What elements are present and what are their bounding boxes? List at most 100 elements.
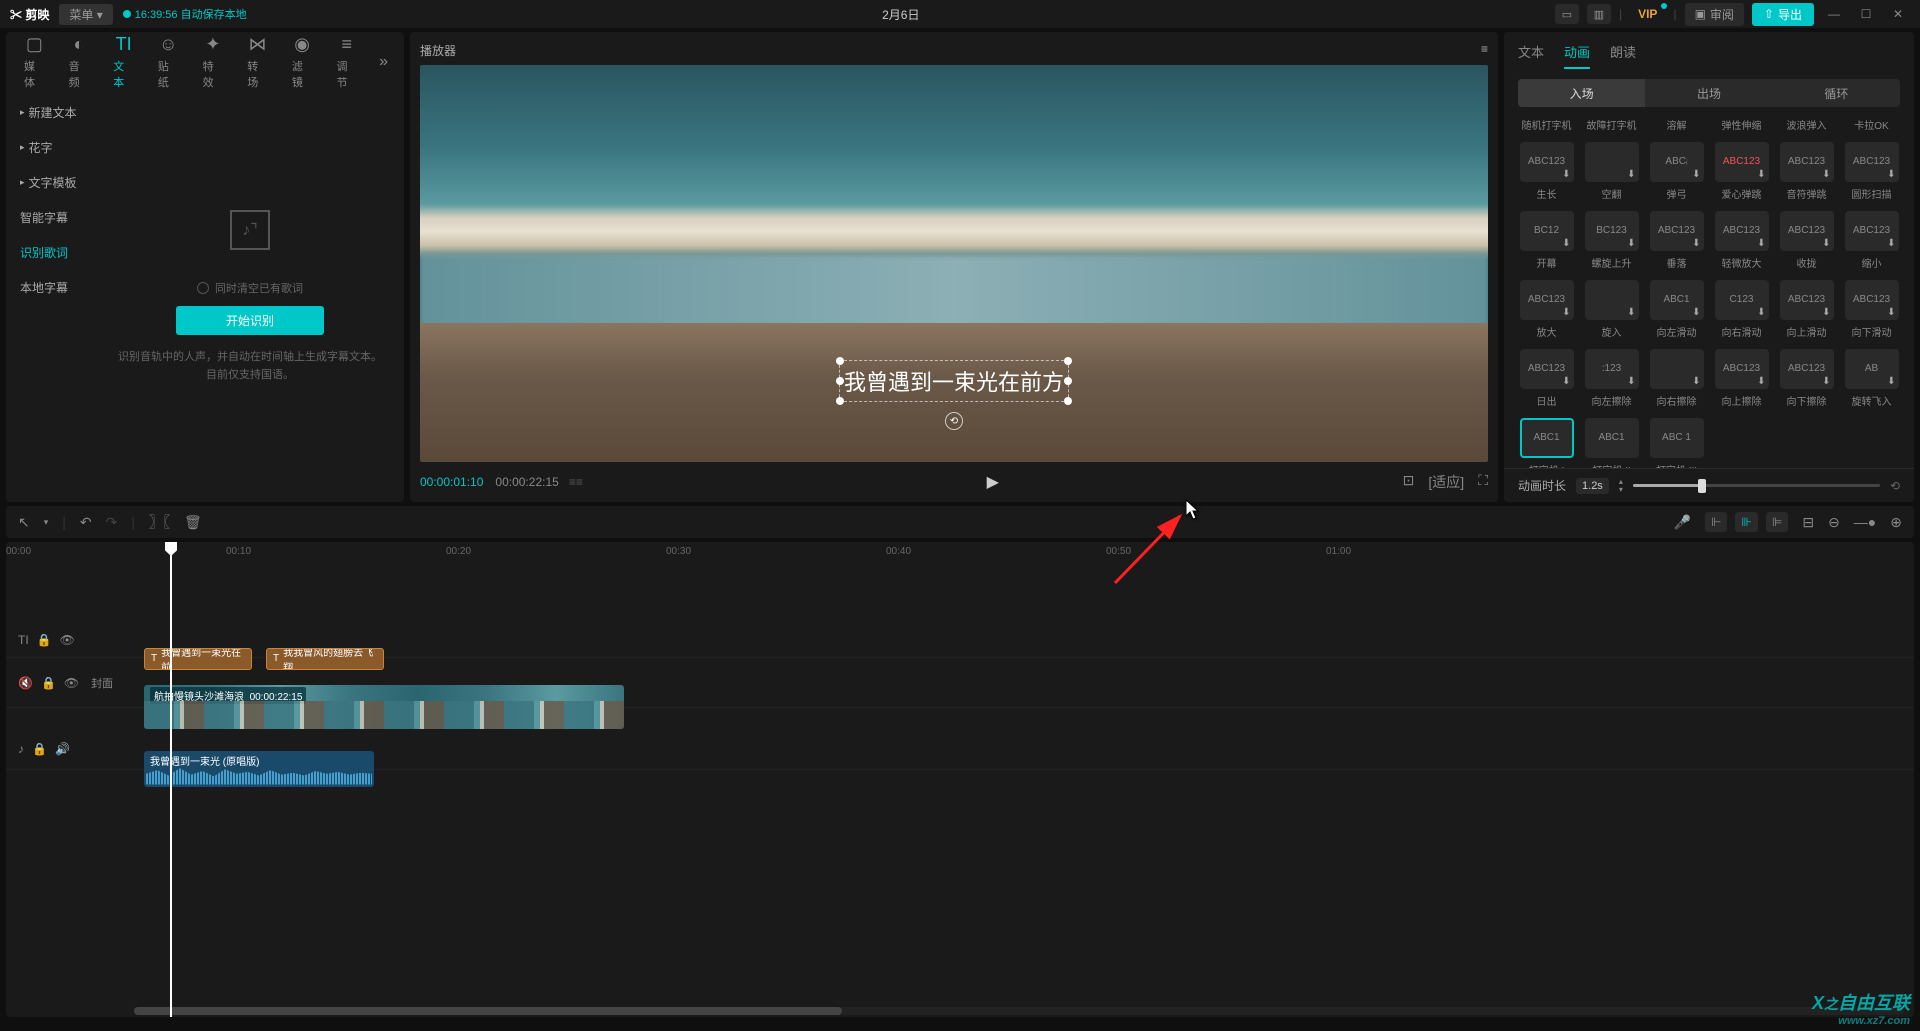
anim-thumb[interactable]: BC12⬇ — [1520, 211, 1574, 251]
sidebar-lyrics[interactable]: 识别歌词 — [10, 236, 92, 269]
anim-thumb[interactable]: ⬇ — [1650, 349, 1704, 389]
minimize-icon[interactable]: — — [1822, 4, 1846, 24]
prop-tab-text[interactable]: 文本 — [1518, 42, 1544, 69]
anim-thumb[interactable]: ABC 1 — [1650, 418, 1704, 458]
anim-thumb[interactable]: ABC123⬇ — [1780, 280, 1834, 320]
clear-existing-checkbox[interactable]: 同时清空已有歌词 — [197, 280, 303, 296]
magnet-left-icon[interactable]: ⊩ — [1705, 512, 1727, 532]
lock-icon[interactable]: 🔒 — [37, 633, 52, 647]
download-icon[interactable]: ⬇ — [1562, 169, 1570, 180]
delete-icon[interactable]: 🗑 — [184, 514, 202, 531]
timeline-markers-icon[interactable]: ≡≡ — [569, 475, 583, 489]
download-icon[interactable]: ⬇ — [1627, 169, 1635, 180]
tab-sticker[interactable]: ☺贴纸 — [148, 28, 189, 96]
resize-handle-se[interactable] — [1064, 397, 1072, 405]
mute-icon[interactable]: 🔇 — [18, 676, 33, 690]
anim-thumb[interactable]: :123⬇ — [1585, 349, 1639, 389]
prop-tab-read[interactable]: 朗读 — [1610, 42, 1636, 69]
start-recognize-button[interactable]: 开始识别 — [176, 306, 324, 335]
split-icon[interactable]: 〗〖 — [149, 512, 170, 532]
resize-handle-nw[interactable] — [836, 357, 844, 365]
player-menu-icon[interactable]: ≡ — [1481, 42, 1488, 59]
ratio-button[interactable]: [适应] — [1428, 472, 1464, 492]
resize-handle-e[interactable] — [1064, 377, 1072, 385]
text-clip[interactable]: T我我曾风的翅膀去飞翔 — [266, 648, 384, 670]
anim-thumb[interactable]: ABC123⬇ — [1780, 142, 1834, 182]
duration-value[interactable]: 1.2s — [1576, 478, 1609, 494]
subtitle-overlay[interactable]: 我曾遇到一束光在前方 — [839, 360, 1069, 402]
audio-clip[interactable]: 我曾遇到一束光 (原唱版) — [144, 751, 374, 787]
timeline-scrollbar[interactable] — [134, 1007, 1904, 1015]
zoom-slider[interactable]: —● — [1854, 514, 1876, 530]
subtab-in[interactable]: 入场 — [1518, 79, 1645, 107]
text-clip[interactable]: T我曾遇到一束光在前 — [144, 648, 252, 670]
tab-text[interactable]: TI文本 — [103, 28, 144, 96]
download-icon[interactable]: ⬇ — [1887, 169, 1895, 180]
fullscreen-icon[interactable]: ⛶ — [1478, 472, 1488, 492]
anim-thumb[interactable]: ABCᵢ⬇ — [1650, 142, 1704, 182]
link-icon[interactable]: ⊟ — [1802, 514, 1814, 531]
mute-icon[interactable]: 🔊 — [55, 742, 70, 756]
time-ruler[interactable]: 00:00 00:10 00:20 00:30 00:40 00:50 01:0… — [6, 542, 1914, 562]
zoom-out-icon[interactable]: ⊖ — [1828, 514, 1840, 531]
anim-thumb[interactable]: ABC1⬇ — [1650, 280, 1704, 320]
cover-button[interactable]: 封面 — [91, 675, 122, 691]
undo-icon[interactable]: ↶ — [80, 514, 92, 531]
sidebar-new-text[interactable]: ▸新建文本 — [10, 96, 92, 129]
anim-thumb[interactable]: ABC123⬇ — [1520, 349, 1574, 389]
subtab-loop[interactable]: 循环 — [1773, 79, 1900, 107]
duration-slider[interactable] — [1633, 478, 1880, 494]
anim-thumb[interactable]: ABC123⬇ — [1650, 211, 1704, 251]
anim-thumb[interactable]: ABC123⬇ — [1845, 211, 1899, 251]
anim-thumb[interactable]: ABC123⬇ — [1715, 211, 1769, 251]
anim-thumb[interactable]: ⬇ — [1585, 280, 1639, 320]
anim-thumb[interactable]: ABC123⬇ — [1520, 280, 1574, 320]
resize-handle-w[interactable] — [836, 377, 844, 385]
anim-thumb[interactable]: ABC123⬇ — [1520, 142, 1574, 182]
reset-icon[interactable]: ⟲ — [1890, 479, 1900, 493]
layout-icon-1[interactable]: ▭ — [1555, 4, 1579, 24]
anim-thumb[interactable]: ABC123⬇ — [1845, 142, 1899, 182]
tab-audio[interactable]: ◐音频 — [59, 28, 100, 96]
resize-handle-sw[interactable] — [836, 397, 844, 405]
sidebar-smart-sub[interactable]: 智能字幕 — [10, 201, 92, 234]
visibility-icon[interactable]: 👁 — [60, 633, 75, 647]
anim-thumb[interactable]: BC123⬇ — [1585, 211, 1639, 251]
mic-icon[interactable]: 🎤 — [1674, 514, 1691, 531]
snapshot-icon[interactable]: ⊡ — [1403, 472, 1415, 492]
download-icon[interactable]: ⬇ — [1692, 169, 1700, 180]
anim-thumb[interactable]: ⬇ — [1585, 142, 1639, 182]
export-button[interactable]: ⇧ 导出 — [1752, 3, 1814, 26]
rotate-icon[interactable]: ⟲ — [945, 412, 963, 430]
review-button[interactable]: ▣ 审阅 — [1685, 3, 1744, 26]
anim-thumb[interactable]: ABC123⬇ — [1715, 142, 1769, 182]
close-icon[interactable]: ✕ — [1886, 4, 1910, 24]
anim-thumb-selected[interactable]: ABC1 — [1520, 418, 1574, 458]
play-button[interactable]: ▶ — [583, 472, 1403, 492]
playhead[interactable] — [170, 542, 172, 1017]
tab-filter[interactable]: ◉滤镜 — [282, 28, 323, 96]
sidebar-fancy[interactable]: ▸花字 — [10, 131, 92, 164]
magnet-right-icon[interactable]: ⊫ — [1766, 512, 1788, 532]
anim-thumb[interactable]: ABC123⬇ — [1780, 349, 1834, 389]
tab-media[interactable]: ▢媒体 — [14, 28, 55, 96]
zoom-fit-icon[interactable]: ⊕ — [1890, 514, 1902, 531]
vip-badge[interactable]: VIP — [1630, 5, 1665, 23]
resize-handle-ne[interactable] — [1064, 357, 1072, 365]
anim-thumb[interactable]: ABC123⬇ — [1780, 211, 1834, 251]
lock-icon[interactable]: 🔒 — [32, 742, 47, 756]
duration-stepper[interactable]: ▴▾ — [1619, 478, 1623, 494]
anim-thumb[interactable]: ABC123⬇ — [1845, 280, 1899, 320]
anim-thumb[interactable]: AB⬇ — [1845, 349, 1899, 389]
pointer-tool-icon[interactable]: ↖ — [18, 514, 30, 531]
player-viewport[interactable]: 我曾遇到一束光在前方 ⟲ — [420, 65, 1488, 462]
visibility-icon[interactable]: 👁 — [64, 676, 79, 690]
layout-icon-2[interactable]: ▥ — [1587, 4, 1611, 24]
pointer-dropdown-icon[interactable]: ▾ — [44, 517, 49, 528]
tabs-more-icon[interactable]: » — [371, 53, 396, 71]
prop-tab-anim[interactable]: 动画 — [1564, 42, 1590, 69]
maximize-icon[interactable]: ☐ — [1854, 4, 1878, 24]
anim-thumb[interactable]: C123⬇ — [1715, 280, 1769, 320]
sidebar-local-sub[interactable]: 本地字幕 — [10, 271, 92, 304]
lock-icon[interactable]: 🔒 — [41, 676, 56, 690]
